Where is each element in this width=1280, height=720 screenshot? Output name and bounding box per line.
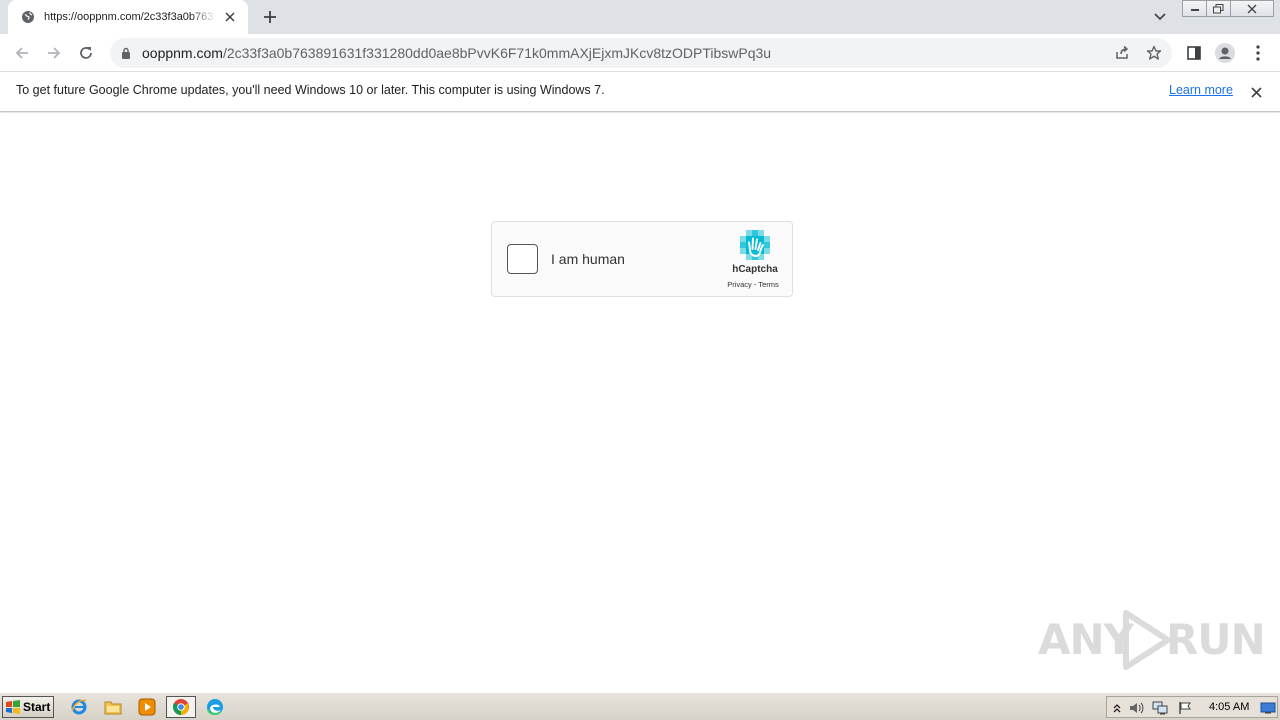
hcaptcha-logo-icon bbox=[737, 230, 773, 264]
privacy-terms-links[interactable]: Privacy - Terms bbox=[718, 280, 788, 289]
edge-icon[interactable] bbox=[202, 696, 228, 718]
infobar-close-icon[interactable] bbox=[1246, 82, 1266, 102]
hcaptcha-brand: hCaptcha bbox=[732, 264, 778, 275]
windows-logo-icon bbox=[6, 700, 20, 714]
profile-avatar-icon[interactable] bbox=[1213, 41, 1237, 65]
media-player-icon[interactable] bbox=[134, 696, 160, 718]
close-window-button[interactable] bbox=[1230, 0, 1274, 17]
url-text[interactable]: ooppnm.com/2c33f3a0b763891631f331280dd0a… bbox=[142, 45, 771, 61]
tab-search-chevron-icon[interactable] bbox=[1150, 8, 1170, 26]
action-center-flag-icon[interactable] bbox=[1177, 700, 1193, 716]
system-tray: 4:05 AM bbox=[1106, 696, 1278, 718]
learn-more-link[interactable]: Learn more bbox=[1169, 83, 1233, 97]
infobar-message: To get future Google Chrome updates, you… bbox=[16, 83, 605, 97]
internet-explorer-icon[interactable] bbox=[66, 696, 92, 718]
bookmark-star-icon[interactable] bbox=[1142, 41, 1166, 65]
url-path: /2c33f3a0b763891631f331280dd0ae8bPvvK6F7… bbox=[222, 45, 772, 61]
show-desktop-icon[interactable] bbox=[1259, 700, 1277, 716]
start-button[interactable]: Start bbox=[2, 696, 54, 718]
watermark-text-left: ANY bbox=[1038, 615, 1134, 664]
network-icon[interactable] bbox=[1152, 700, 1168, 716]
tab-close-icon[interactable] bbox=[222, 9, 238, 25]
globe-icon bbox=[20, 9, 36, 25]
restore-button[interactable] bbox=[1206, 0, 1231, 17]
reload-icon[interactable] bbox=[74, 41, 98, 65]
minimize-button[interactable] bbox=[1182, 0, 1207, 17]
human-checkbox[interactable] bbox=[507, 244, 538, 274]
watermark-text-right: RUN bbox=[1166, 615, 1266, 664]
chrome-taskbar-icon[interactable] bbox=[166, 696, 196, 718]
lock-icon[interactable] bbox=[118, 47, 134, 59]
side-panel-icon[interactable] bbox=[1182, 41, 1206, 65]
back-arrow-icon[interactable] bbox=[10, 41, 34, 65]
menu-kebab-icon[interactable] bbox=[1246, 41, 1270, 65]
start-label: Start bbox=[23, 700, 51, 714]
window-controls bbox=[1182, 0, 1274, 18]
anyrun-watermark: ANY RUN bbox=[1038, 607, 1266, 673]
file-explorer-icon[interactable] bbox=[100, 696, 126, 718]
page-content: I am human hCaptcha Privacy - Terms ANY … bbox=[0, 113, 1280, 692]
browser-toolbar: ooppnm.com/2c33f3a0b763891631f331280dd0a… bbox=[0, 34, 1280, 72]
clock[interactable]: 4:05 AM bbox=[1209, 701, 1249, 713]
forward-arrow-icon[interactable] bbox=[42, 41, 66, 65]
new-tab-button[interactable] bbox=[258, 6, 282, 28]
tab-title: https://ooppnm.com/2c33f3a0b763891631f33… bbox=[44, 11, 216, 23]
hcaptcha-widget: I am human hCaptcha Privacy - Terms bbox=[491, 221, 793, 297]
share-icon[interactable] bbox=[1110, 41, 1134, 65]
windows-taskbar: Start 4:05 AM bbox=[0, 692, 1280, 720]
show-hidden-icons-icon[interactable] bbox=[1109, 700, 1125, 716]
volume-icon[interactable] bbox=[1129, 700, 1145, 716]
url-host: ooppnm.com bbox=[142, 45, 223, 61]
tab-strip: https://ooppnm.com/2c33f3a0b763891631f33… bbox=[0, 0, 1280, 34]
browser-tab[interactable]: https://ooppnm.com/2c33f3a0b763891631f33… bbox=[8, 0, 248, 34]
update-infobar: To get future Google Chrome updates, you… bbox=[0, 72, 1280, 112]
address-bar[interactable]: ooppnm.com/2c33f3a0b763891631f331280dd0a… bbox=[110, 38, 1172, 68]
captcha-label: I am human bbox=[551, 251, 625, 267]
